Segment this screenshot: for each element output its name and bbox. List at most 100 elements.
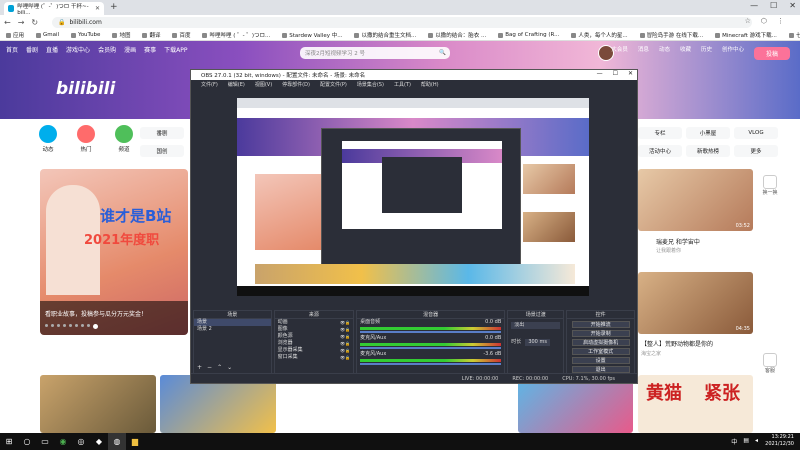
start-streaming-button[interactable]: 开始推流: [571, 321, 630, 328]
ime-indicator[interactable]: 中: [731, 437, 737, 446]
obs-close-button[interactable]: ✕: [628, 70, 633, 77]
minimize-button[interactable]: —: [750, 1, 758, 10]
channel-chip[interactable]: 番剧: [140, 127, 184, 139]
top-nav-link[interactable]: 下载APP: [164, 45, 187, 54]
upload-button[interactable]: 投稿: [754, 47, 790, 60]
steam-taskbar-icon[interactable]: ◎: [72, 433, 90, 450]
bookmark-item[interactable]: 人类，每个人的星...: [571, 31, 628, 39]
video-title[interactable]: 【整人】荒野动物都是你的: [641, 339, 713, 348]
lock-icon[interactable]: 🔒: [345, 326, 350, 333]
bilibili-logo[interactable]: bilibili: [56, 79, 115, 99]
category-0[interactable]: 动态: [38, 125, 58, 153]
obs-maximize-button[interactable]: ☐: [613, 70, 618, 77]
exit-button[interactable]: 退出: [571, 366, 630, 373]
new-tab-button[interactable]: +: [110, 2, 118, 12]
bookmark-item[interactable]: 冒险岛手游 在线下载...: [639, 31, 703, 39]
support-side-button[interactable]: 客服: [762, 353, 778, 374]
category-2[interactable]: 频道: [114, 125, 134, 153]
lock-icon[interactable]: 🔒: [345, 340, 350, 347]
obs-menu-item[interactable]: 停靠部件(D): [282, 81, 310, 88]
right-nav-link[interactable]: 动态: [659, 45, 670, 53]
top-nav-link[interactable]: 直播: [46, 45, 58, 54]
top-nav-link[interactable]: 漫画: [124, 45, 136, 54]
obs-menu-item[interactable]: 编辑(E): [228, 81, 245, 88]
video-card-thumb[interactable]: 黄猫 紧张: [638, 375, 753, 433]
source-item[interactable]: 窗口采集 👁 🔒: [275, 354, 354, 361]
source-item[interactable]: 动画 👁 🔒: [275, 319, 354, 326]
obs-menu-item[interactable]: 工具(T): [394, 81, 411, 88]
settings-button[interactable]: 设置: [571, 357, 630, 364]
bookmark-item[interactable]: Bag of Crafting (R...: [498, 32, 559, 38]
move-down-icon[interactable]: ⌄: [227, 364, 232, 371]
hero-banner[interactable]: 谁才是B站 2021年度职 看职业故事，投稿参与瓜分万元奖金！: [40, 169, 188, 335]
task-view-icon[interactable]: ▭: [36, 433, 54, 450]
volume-slider[interactable]: [360, 331, 502, 333]
top-nav-link[interactable]: 首页: [6, 45, 18, 54]
network-icon[interactable]: ▤: [743, 437, 749, 446]
channel-chip[interactable]: 小黑屋: [686, 127, 730, 139]
scene-item[interactable]: 场景: [194, 319, 271, 326]
bookmark-item[interactable]: 地图: [112, 31, 130, 39]
back-icon[interactable]: ←: [4, 18, 11, 27]
category-1[interactable]: 热门: [76, 125, 96, 153]
channel-chip[interactable]: 国创: [140, 145, 184, 157]
source-item[interactable]: 图像 👁 🔒: [275, 326, 354, 333]
bookmark-item[interactable]: 七日杀攻略 简体中文...: [788, 31, 800, 39]
bookmark-item[interactable]: Minecraft 游戏下载...: [715, 31, 777, 39]
menu-dots-icon[interactable]: ⋮: [777, 17, 784, 25]
source-item[interactable]: 浏览器 👁 🔒: [275, 340, 354, 347]
bookmark-item[interactable]: 哔哩哔哩 ( ゜- ゜)つロ...: [202, 31, 270, 39]
right-nav-link[interactable]: 消息: [638, 45, 649, 53]
bookmark-item[interactable]: 翻译: [142, 31, 160, 39]
video-title[interactable]: 瑞麦兄 和学宙中: [656, 237, 700, 246]
reload-icon[interactable]: ↻: [31, 18, 38, 27]
bookmark-item[interactable]: 以撒的结合：胎衣 ...: [428, 31, 486, 39]
obs-menu-item[interactable]: 配置文件(P): [320, 81, 347, 88]
bookmark-item[interactable]: 百度: [172, 31, 190, 39]
bookmark-item[interactable]: YouTube: [71, 32, 100, 38]
top-nav-link[interactable]: 游戏中心: [66, 45, 90, 54]
close-button[interactable]: ✕: [789, 1, 796, 10]
forward-icon[interactable]: →: [18, 18, 25, 27]
obs-menu-item[interactable]: 文件(F): [201, 81, 218, 88]
bookmark-item[interactable]: 以撒的结合重生文档...: [354, 31, 416, 39]
extensions-icon[interactable]: ⬡: [761, 17, 767, 25]
browser-tab[interactable]: 哔哩哔哩 (゜-゜)つロ 干杯~-bili... ✕: [4, 2, 104, 16]
lock-icon[interactable]: 🔒: [345, 347, 350, 354]
address-bar[interactable]: 🔒 bilibili.com: [52, 17, 752, 28]
add-scene-icon[interactable]: +: [197, 364, 202, 371]
video-card-thumb[interactable]: [40, 375, 156, 433]
bookmark-star-icon[interactable]: ☆: [745, 17, 751, 25]
top-nav-link[interactable]: 会员购: [98, 45, 116, 54]
obs-menu-item[interactable]: 帮助(H): [421, 81, 439, 88]
channel-chip[interactable]: VLOG: [734, 127, 778, 139]
right-nav-link[interactable]: 创作中心: [722, 45, 744, 53]
lock-icon[interactable]: 🔒: [345, 354, 350, 361]
top-nav-link[interactable]: 番剧: [26, 45, 38, 54]
refresh-side-button[interactable]: 换一换: [762, 175, 778, 196]
video-card-thumb[interactable]: 04:35: [638, 272, 753, 334]
channel-chip[interactable]: 新歌热榜: [686, 145, 730, 157]
obs-menu-item[interactable]: 视图(V): [255, 81, 272, 88]
bookmark-item[interactable]: Stardew Valley 中...: [282, 31, 342, 39]
search-icon[interactable]: 🔍: [439, 50, 446, 56]
search-input[interactable]: 深夜2月短视频学习 2 号 🔍: [300, 47, 450, 59]
virtual-camera-button[interactable]: 启动虚拟摄像机: [571, 339, 630, 346]
chrome-taskbar-icon[interactable]: ◉: [54, 433, 72, 450]
obs-minimize-button[interactable]: —: [597, 70, 603, 77]
video-card-thumb[interactable]: 03:52: [638, 169, 753, 231]
close-tab-icon[interactable]: ✕: [95, 5, 100, 12]
channel-chip[interactable]: 更多: [734, 145, 778, 157]
top-nav-link[interactable]: 赛事: [144, 45, 156, 54]
channel-chip[interactable]: 专栏: [638, 127, 682, 139]
right-nav-link[interactable]: 历史: [701, 45, 712, 53]
lock-icon[interactable]: 🔒: [345, 319, 350, 326]
maximize-button[interactable]: ☐: [770, 1, 777, 10]
folder-taskbar-icon[interactable]: ▆: [126, 433, 144, 450]
carousel-dots[interactable]: [45, 324, 183, 329]
game-taskbar-icon[interactable]: ◆: [90, 433, 108, 450]
channel-chip[interactable]: 活动中心: [638, 145, 682, 157]
transition-select[interactable]: 淡出: [511, 322, 561, 329]
clock[interactable]: 13:29:21 2021/12/30: [765, 434, 794, 448]
studio-mode-button[interactable]: 工作室模式: [571, 348, 630, 355]
